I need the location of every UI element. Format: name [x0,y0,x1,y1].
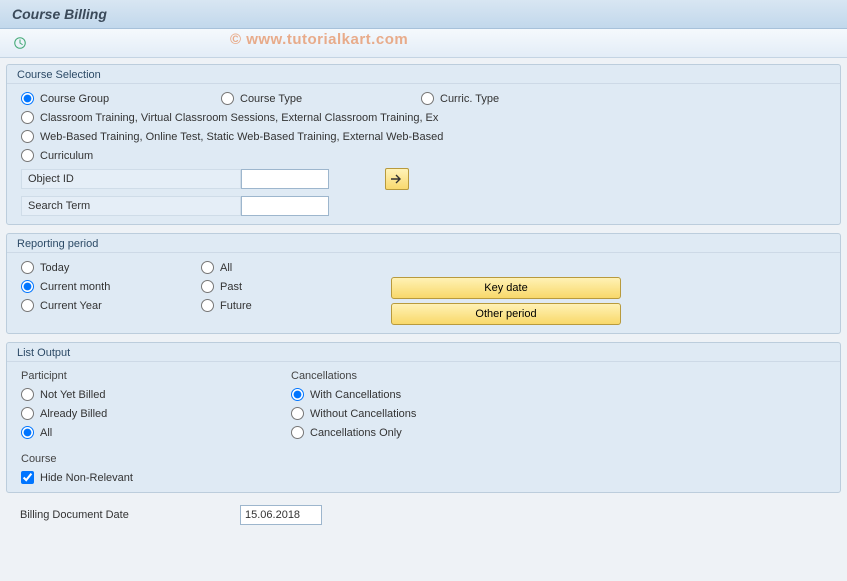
label-course-group[interactable]: Course Group [40,93,109,105]
radio-without-cancel[interactable] [291,407,304,420]
watermark-text: © www.tutorialkart.com [230,31,408,48]
label-classroom[interactable]: Classroom Training, Virtual Classroom Se… [40,112,438,124]
radio-current-month[interactable] [21,280,34,293]
radio-with-cancel[interactable] [291,388,304,401]
list-output-legend: List Output [7,343,840,362]
label-cancel-only[interactable]: Cancellations Only [310,427,402,439]
course-selection-group: Course Selection Course Group Course Typ… [6,64,841,225]
radio-curric-type[interactable] [421,92,434,105]
label-webbased[interactable]: Web-Based Training, Online Test, Static … [40,131,443,143]
page-title: Course Billing [12,6,107,22]
execute-button[interactable] [10,33,30,53]
reporting-period-legend: Reporting period [7,234,840,253]
cancellations-heading: Cancellations [291,370,826,382]
radio-curriculum[interactable] [21,149,34,162]
course-heading: Course [21,453,826,465]
billing-date-input[interactable]: 15.06.2018 [240,505,322,525]
radio-not-billed[interactable] [21,388,34,401]
object-id-input[interactable] [241,169,329,189]
radio-cancel-only[interactable] [291,426,304,439]
label-with-cancel[interactable]: With Cancellations [310,389,401,401]
participant-heading: Particip­nt [21,370,291,382]
radio-future[interactable] [201,299,214,312]
billing-date-label: Billing Document Date [20,509,240,521]
label-current-month[interactable]: Current month [40,281,110,293]
radio-current-year[interactable] [21,299,34,312]
arrow-right-icon [390,173,404,185]
label-not-billed[interactable]: Not Yet Billed [40,389,105,401]
search-term-label: Search Term [21,196,241,216]
title-bar: Course Billing [0,0,847,29]
label-curric-type[interactable]: Curric. Type [440,93,499,105]
label-already-billed[interactable]: Already Billed [40,408,107,420]
label-future[interactable]: Future [220,300,252,312]
label-past[interactable]: Past [220,281,242,293]
label-hide-nonrelevant[interactable]: Hide Non-Relevant [40,472,133,484]
radio-all-period[interactable] [201,261,214,274]
content-area: Course Selection Course Group Course Typ… [0,58,847,531]
clock-execute-icon [13,36,27,50]
label-without-cancel[interactable]: Without Cancellations [310,408,416,420]
radio-course-type[interactable] [221,92,234,105]
label-current-year[interactable]: Current Year [40,300,102,312]
toolbar: © www.tutorialkart.com [0,29,847,58]
object-id-label: Object ID [21,169,241,189]
radio-course-group[interactable] [21,92,34,105]
label-all-period[interactable]: All [220,262,232,274]
label-today[interactable]: Today [40,262,69,274]
search-term-input[interactable] [241,196,329,216]
radio-already-billed[interactable] [21,407,34,420]
multi-selection-button[interactable] [385,168,409,190]
radio-participant-all[interactable] [21,426,34,439]
billing-date-row: Billing Document Date 15.06.2018 [6,501,841,525]
radio-past[interactable] [201,280,214,293]
label-course-type[interactable]: Course Type [240,93,302,105]
radio-classroom[interactable] [21,111,34,124]
label-curriculum[interactable]: Curriculum [40,150,93,162]
checkbox-hide-nonrelevant[interactable] [21,471,34,484]
reporting-period-group: Reporting period Today Current month Cur… [6,233,841,334]
radio-today[interactable] [21,261,34,274]
list-output-group: List Output Particip­nt Not Yet Billed A… [6,342,841,493]
radio-webbased[interactable] [21,130,34,143]
key-date-button[interactable]: Key date [391,277,621,299]
course-selection-legend: Course Selection [7,65,840,84]
label-participant-all[interactable]: All [40,427,52,439]
other-period-button[interactable]: Other period [391,303,621,325]
